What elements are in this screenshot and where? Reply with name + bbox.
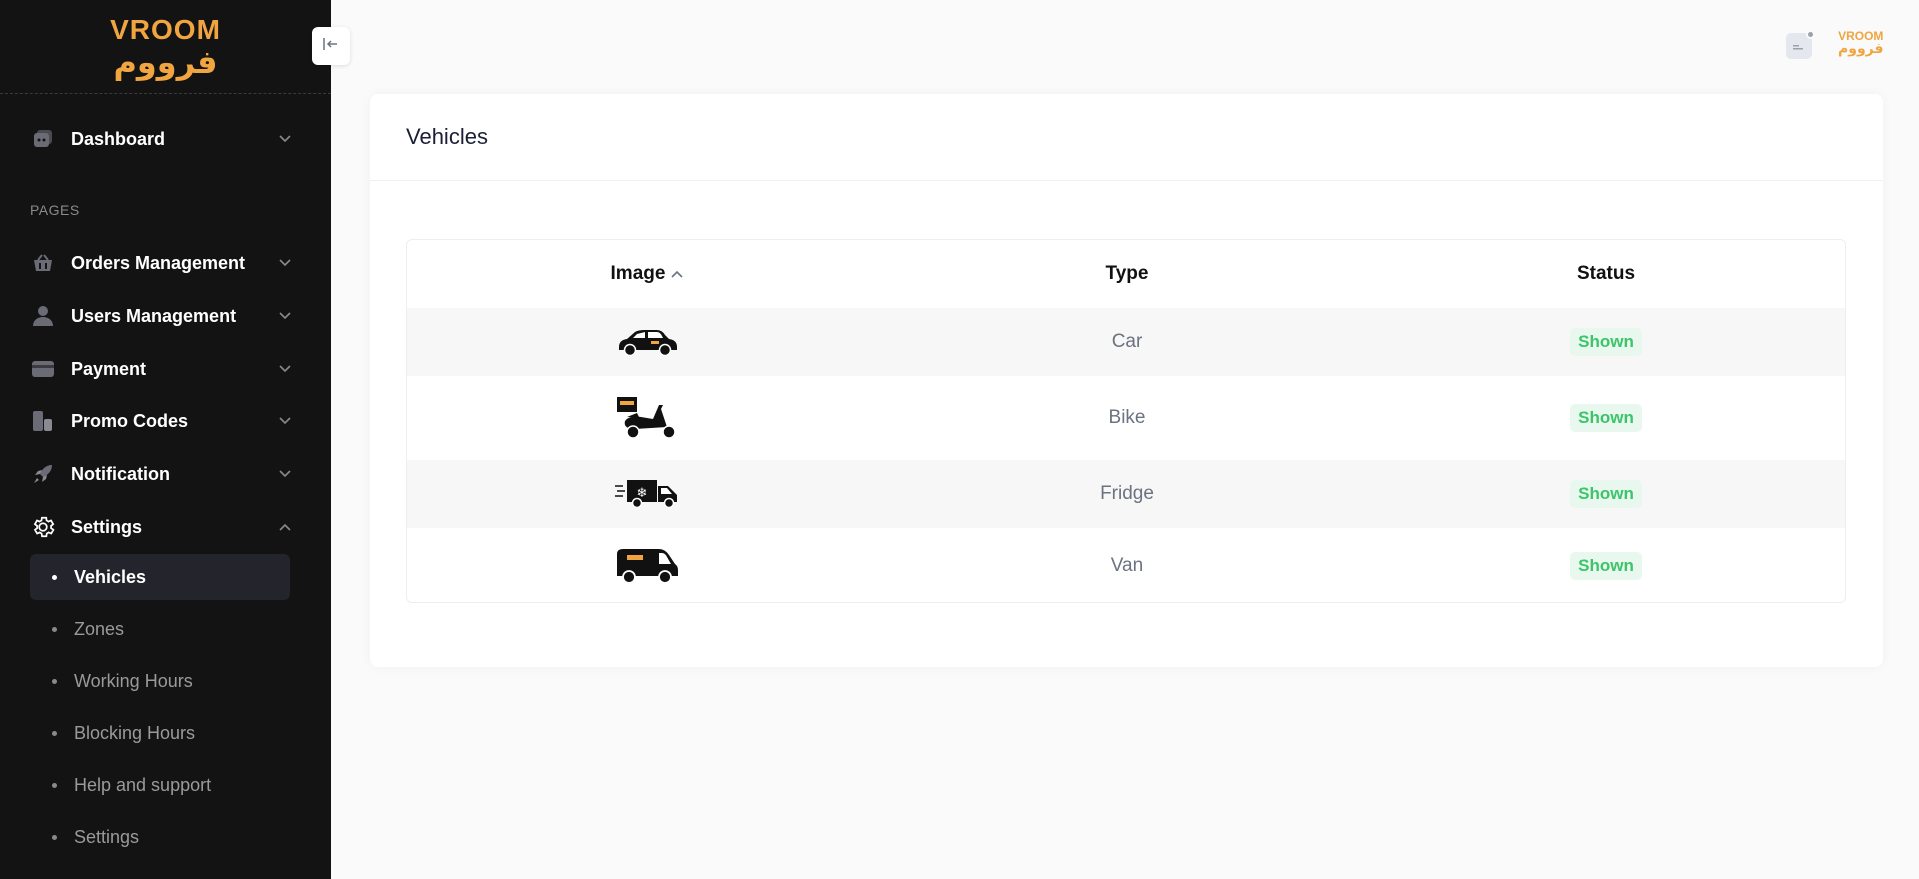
table-row[interactable]: Bike Shown xyxy=(407,376,1845,460)
status-cell: Shown xyxy=(1367,528,1845,602)
column-header-image[interactable]: Image xyxy=(407,240,887,308)
chevron-down-icon xyxy=(278,132,292,146)
sidebar-subitem-vehicles[interactable]: Vehicles xyxy=(30,554,290,600)
divider xyxy=(370,180,1883,181)
bullet-icon xyxy=(52,782,57,788)
van-icon xyxy=(617,549,678,584)
status-badge: Shown xyxy=(1570,404,1642,432)
car-icon xyxy=(619,330,677,357)
chevron-down-icon xyxy=(278,467,292,481)
sidebar-subitem-working-hours[interactable]: Working Hours xyxy=(30,658,290,704)
rocket-icon xyxy=(30,461,56,487)
dashboard-icon xyxy=(30,126,56,152)
column-header-status[interactable]: Status xyxy=(1367,240,1845,308)
sidebar-item-label: Notification xyxy=(71,463,170,484)
page-title: Vehicles xyxy=(406,124,488,149)
sidebar-item-label: Settings xyxy=(71,516,143,537)
gear-icon xyxy=(30,514,56,540)
sidebar-item-label: Payment xyxy=(71,358,147,379)
bullet-icon xyxy=(52,834,57,840)
sidebar-subitem-label: Blocking Hours xyxy=(74,722,196,743)
vehicle-image-cell xyxy=(407,308,887,376)
promo-icon xyxy=(30,408,56,434)
bullet-icon xyxy=(52,626,57,632)
sidebar-item-promo-codes[interactable]: Promo Codes xyxy=(30,403,292,439)
sidebar-item-label: Orders Management xyxy=(71,252,246,273)
sidebar: VROOM فرووم Dashboard PAGES Orders Manag… xyxy=(0,0,331,879)
status-cell: Shown xyxy=(1367,460,1845,528)
vehicle-type: Fridge xyxy=(1100,483,1154,504)
basket-icon xyxy=(30,250,56,276)
column-header-label: Type xyxy=(1105,263,1149,284)
vehicle-type: Bike xyxy=(1108,407,1146,428)
sidebar-subitem-label: Vehicles xyxy=(74,566,147,587)
status-badge: Shown xyxy=(1570,480,1642,508)
sidebar-subitem-settings[interactable]: Settings xyxy=(30,814,290,860)
column-header-label: Image xyxy=(610,263,666,284)
status-cell: Shown xyxy=(1367,376,1845,460)
sidebar-item-dashboard[interactable]: Dashboard xyxy=(30,121,292,157)
bullet-icon xyxy=(52,678,57,684)
brand-name-en: VROOM xyxy=(110,13,221,45)
vehicle-image-cell xyxy=(407,528,887,602)
scooter-icon xyxy=(617,397,676,439)
status-cell: Shown xyxy=(1367,308,1845,376)
column-header-label: Status xyxy=(1576,263,1636,284)
brand-name-ar: فرووم xyxy=(113,42,218,81)
vehicle-type: Car xyxy=(1111,331,1143,352)
user-avatar[interactable] xyxy=(1786,30,1815,59)
collapse-sidebar-button[interactable] xyxy=(312,27,350,65)
sidebar-subitem-blocking-hours[interactable]: Blocking Hours xyxy=(30,710,290,756)
sidebar-item-payment[interactable]: Payment xyxy=(30,351,292,387)
sidebar-item-users-management[interactable]: Users Management xyxy=(30,298,292,334)
status-badge: Shown xyxy=(1570,552,1642,580)
chevron-up-icon xyxy=(278,520,292,534)
table-row[interactable]: ❄ Fridge Shown xyxy=(407,460,1845,528)
sidebar-subitem-label: Settings xyxy=(74,826,140,847)
avatar-icon xyxy=(1793,45,1803,50)
table-header: Image Type Status xyxy=(407,240,1845,308)
sidebar-subitem-label: Zones xyxy=(74,618,125,639)
vehicle-type: Van xyxy=(1110,555,1144,576)
column-header-type[interactable]: Type xyxy=(887,240,1367,308)
sidebar-subitem-label: Working Hours xyxy=(74,670,193,691)
chevron-down-icon xyxy=(278,256,292,270)
header-brand-logo: VROOM فرووم xyxy=(1838,30,1884,57)
vehicle-image-cell: ❄ xyxy=(407,460,887,528)
sidebar-item-settings[interactable]: Settings xyxy=(30,509,292,545)
vehicles-card: Vehicles Image Type Status Car Shown Bik… xyxy=(370,94,1883,667)
sidebar-item-orders-management[interactable]: Orders Management xyxy=(30,245,292,281)
sidebar-subitem-label: Help and support xyxy=(74,774,212,795)
section-label-pages: PAGES xyxy=(30,202,80,218)
table-row[interactable]: Car Shown xyxy=(407,308,1845,376)
chevron-down-icon xyxy=(278,362,292,376)
credit-card-icon xyxy=(30,356,56,382)
brand-logo[interactable]: VROOM فرووم xyxy=(0,0,331,94)
status-badge: Shown xyxy=(1570,328,1642,356)
table-row[interactable]: Van Shown xyxy=(407,528,1845,602)
sidebar-item-label: Dashboard xyxy=(71,128,166,149)
header-brand-name-ar: فرووم xyxy=(1838,41,1884,57)
collapse-left-icon xyxy=(323,37,339,55)
vehicle-image-cell xyxy=(407,376,887,460)
chevron-down-icon xyxy=(278,414,292,428)
sidebar-item-notification[interactable]: Notification xyxy=(30,456,292,492)
sidebar-item-label: Users Management xyxy=(71,305,237,326)
sidebar-item-label: Promo Codes xyxy=(71,410,189,431)
user-icon xyxy=(30,303,56,329)
chevron-down-icon xyxy=(278,309,292,323)
vehicles-table: Image Type Status Car Shown Bike Shown ❄… xyxy=(406,239,1846,603)
bullet-icon xyxy=(52,574,57,580)
sort-ascending-icon xyxy=(671,270,684,278)
sidebar-subitem-zones[interactable]: Zones xyxy=(30,606,290,652)
fridge-truck-icon: ❄ xyxy=(615,480,677,509)
bullet-icon xyxy=(52,730,57,736)
sidebar-subitem-help-and-support[interactable]: Help and support xyxy=(30,762,290,808)
status-badge xyxy=(1806,30,1815,39)
